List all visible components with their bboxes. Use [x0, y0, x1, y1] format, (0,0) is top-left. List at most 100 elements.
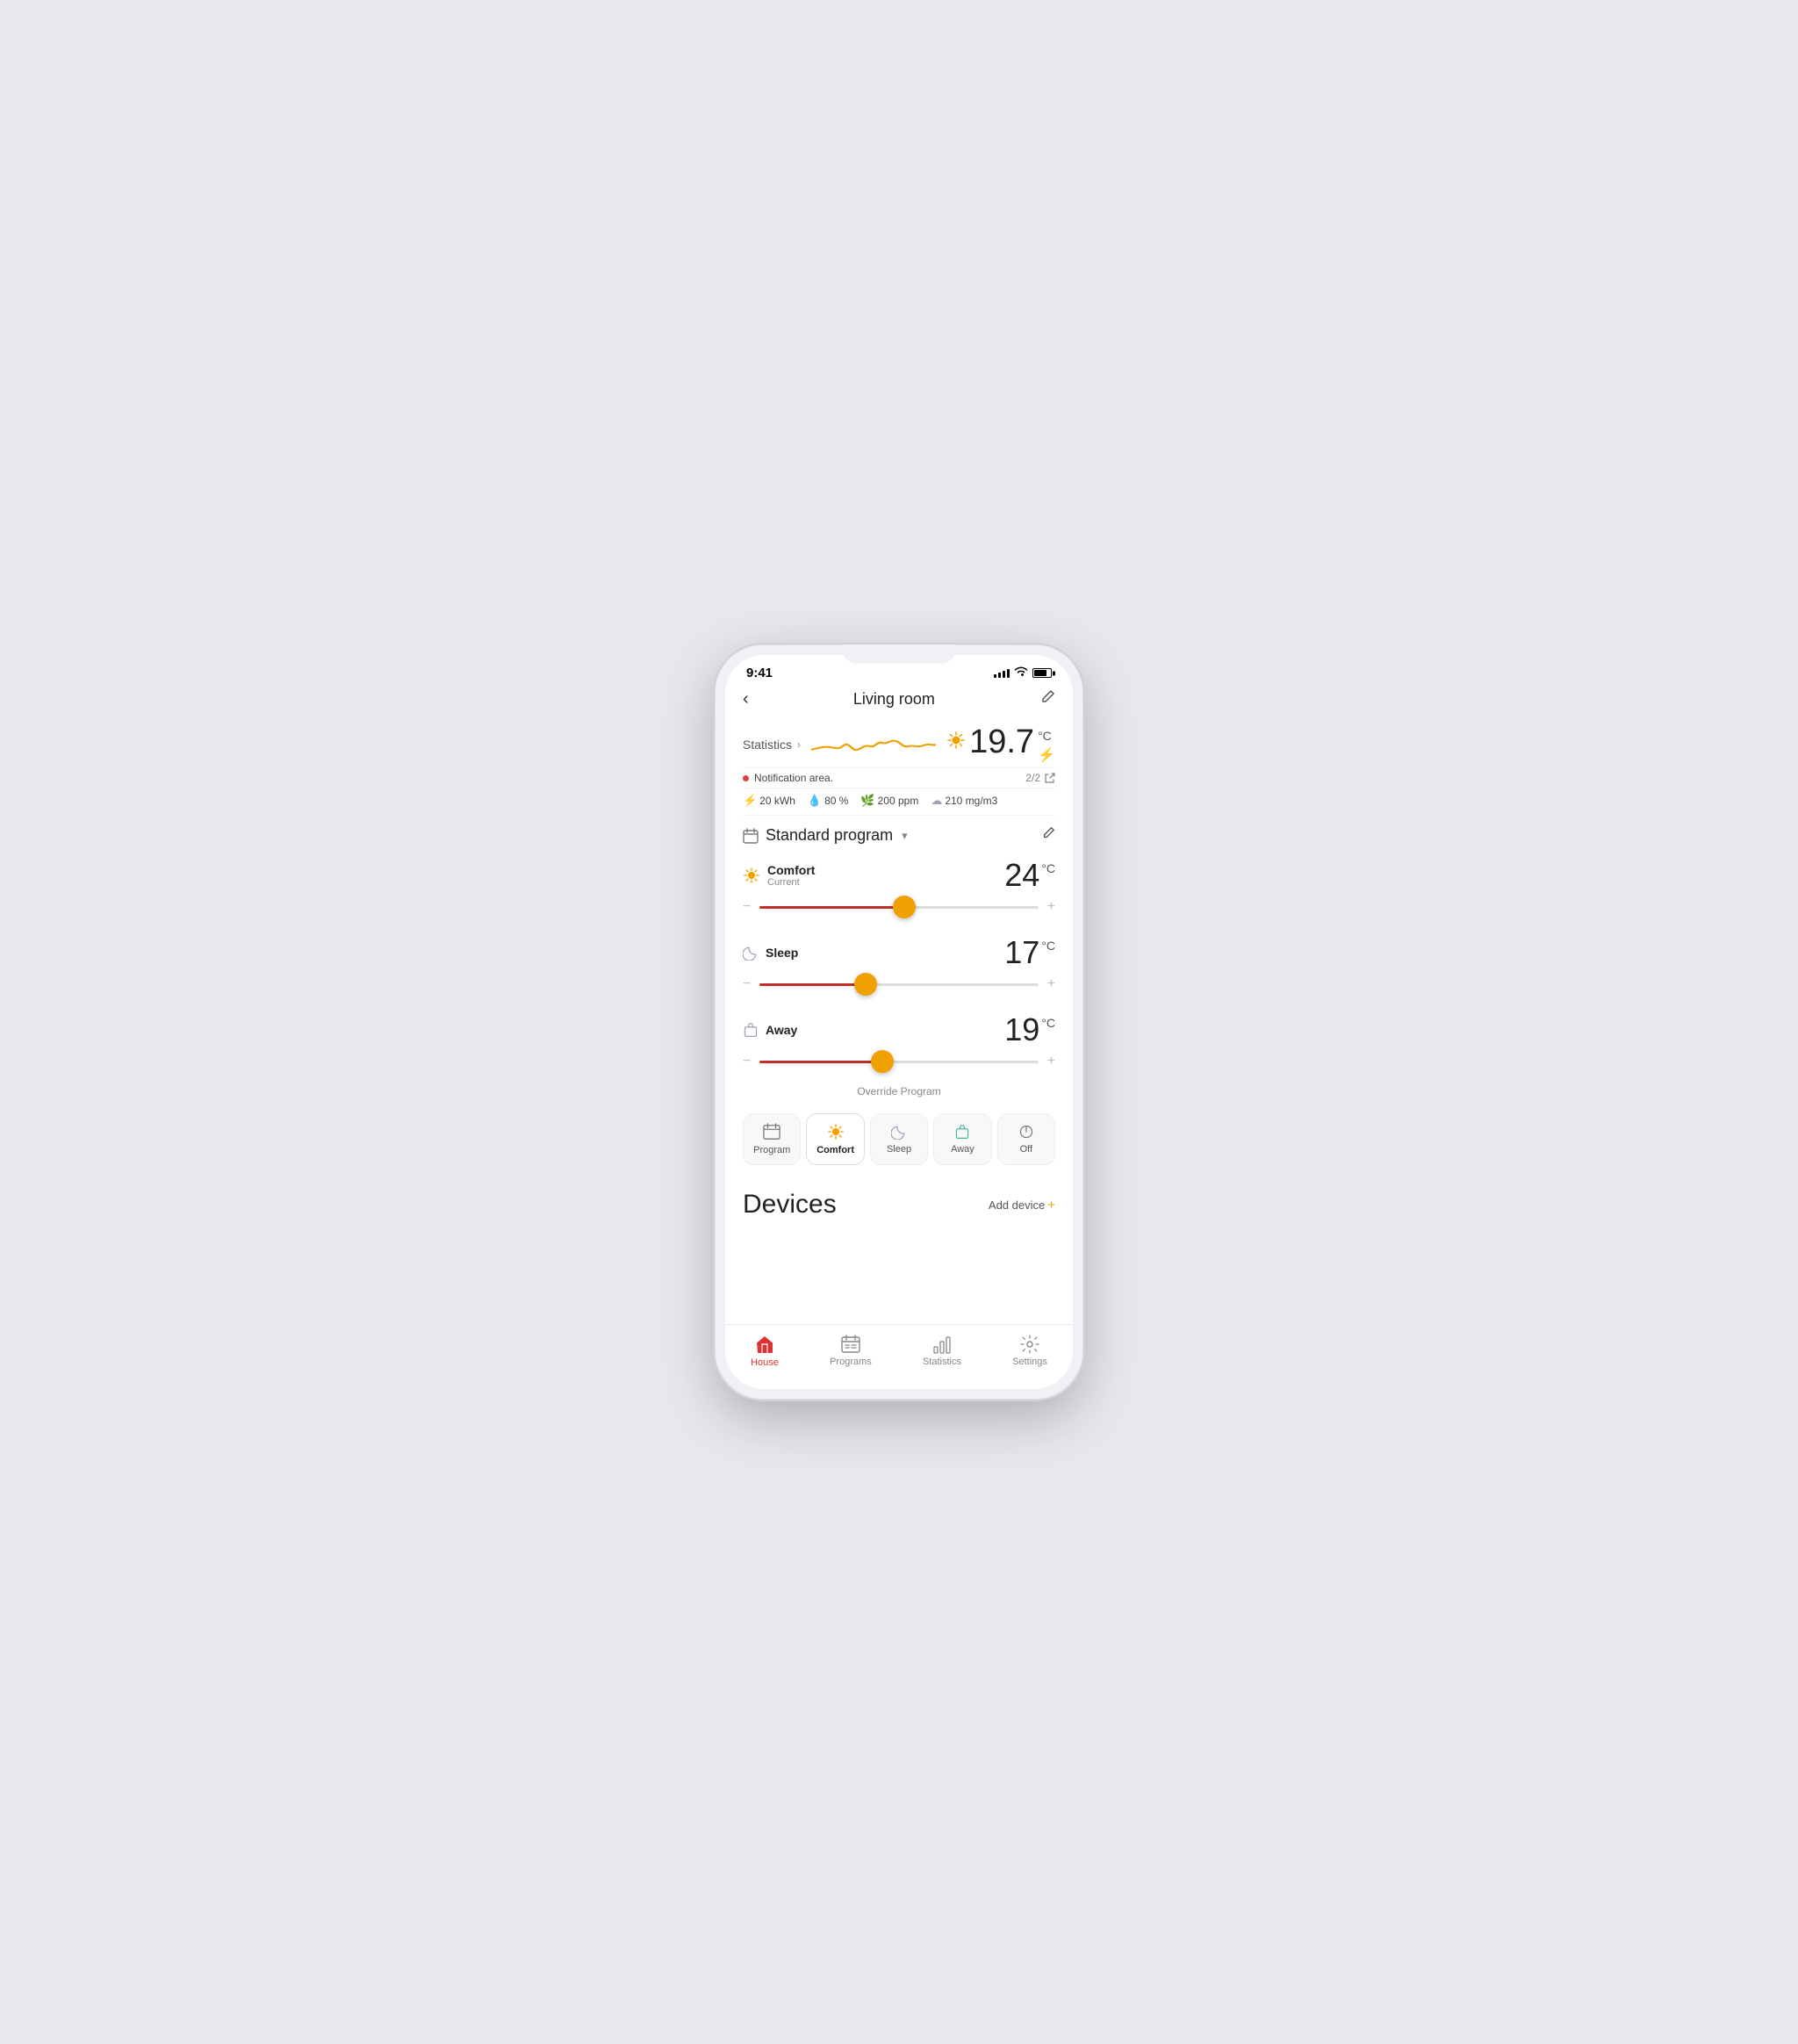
house-nav-label: House [751, 1357, 779, 1368]
sleep-btn-icon [891, 1124, 907, 1140]
power-btn-icon [1018, 1124, 1034, 1140]
current-temp: 19.7 [969, 725, 1034, 759]
mode-buttons-row: Program Comfort [743, 1106, 1055, 1176]
sleep-moon-icon [743, 945, 759, 961]
notification-text: Notification area. [743, 772, 833, 784]
back-button[interactable]: ‹ [743, 689, 749, 709]
drop-icon: 💧 [808, 794, 822, 808]
notification-count[interactable]: 2/2 [1025, 772, 1055, 784]
mode-btn-away[interactable]: Away [933, 1113, 991, 1165]
external-link-icon [1044, 773, 1055, 784]
comfort-mode-left: Comfort Current [743, 863, 815, 888]
settings-nav-icon [1020, 1335, 1039, 1354]
statistics-nav-label: Statistics [923, 1357, 961, 1367]
house-nav-icon [754, 1334, 775, 1355]
temperature-display: 19.7 °C ⚡ [946, 725, 1055, 764]
add-device-plus-icon: + [1047, 1198, 1055, 1213]
sleep-info: Sleep [766, 946, 798, 960]
main-content: Statistics › [725, 718, 1073, 1324]
metric-co2: 🌿 200 ppm [860, 794, 918, 808]
nav-settings[interactable]: Settings [1012, 1335, 1047, 1367]
wifi-icon [1014, 666, 1028, 680]
sleep-temp-unit: °C [1041, 939, 1055, 953]
sleep-plus-button[interactable]: + [1047, 976, 1055, 992]
comfort-btn-icon [827, 1123, 845, 1141]
comfort-temp-display: 24 °C [1004, 857, 1055, 894]
statistics-nav-icon [932, 1335, 952, 1354]
temp-unit: °C [1038, 729, 1052, 743]
comfort-sun-icon [743, 867, 760, 884]
away-slider-track[interactable] [759, 1061, 1038, 1063]
away-btn-icon [954, 1124, 970, 1140]
away-slider-row[interactable]: − + [743, 1050, 1055, 1082]
program-left: Standard program ▾ [743, 826, 908, 845]
metric-energy: ⚡ 20 kWh [743, 794, 795, 808]
away-plus-button[interactable]: + [1047, 1054, 1055, 1069]
sleep-slider-row[interactable]: − + [743, 973, 1055, 1004]
program-btn-label: Program [753, 1145, 790, 1155]
comfort-mode-row: Comfort Current 24 °C [743, 850, 1055, 896]
stats-row[interactable]: Statistics › [743, 718, 1055, 767]
leaf-icon: 🌿 [860, 794, 874, 808]
settings-nav-label: Settings [1012, 1357, 1047, 1367]
metric-humidity: 💧 80 % [808, 794, 849, 808]
metric-air: ☁ 210 mg/m3 [931, 794, 997, 808]
override-label: Override Program [857, 1085, 940, 1098]
comfort-minus-button[interactable]: − [743, 899, 751, 915]
notif-dot-icon [743, 775, 749, 781]
notification-row: Notification area. 2/2 [743, 767, 1055, 788]
sleep-mode-row: Sleep 17 °C [743, 927, 1055, 973]
away-mode-section: Away 19 °C − + [743, 1004, 1055, 1082]
mode-btn-comfort[interactable]: Comfort [806, 1113, 864, 1165]
bolt-metric-icon: ⚡ [743, 794, 757, 808]
programs-nav-label: Programs [830, 1357, 872, 1367]
add-device-button[interactable]: Add device + [989, 1198, 1055, 1213]
sleep-slider-track[interactable] [759, 983, 1038, 986]
sleep-minus-button[interactable]: − [743, 976, 751, 992]
sleep-mode-left: Sleep [743, 945, 798, 961]
away-btn-label: Away [951, 1144, 975, 1155]
comfort-sublabel: Current [767, 877, 815, 888]
programs-nav-icon [841, 1335, 860, 1354]
signal-icon [994, 669, 1010, 678]
phone-screen: 9:41 [725, 655, 1073, 1389]
bottom-nav: House Programs [725, 1324, 1073, 1389]
comfort-plus-button[interactable]: + [1047, 899, 1055, 915]
mode-btn-program[interactable]: Program [743, 1113, 801, 1165]
away-info: Away [766, 1023, 797, 1037]
nav-programs[interactable]: Programs [830, 1335, 872, 1367]
override-row[interactable]: Override Program [743, 1082, 1055, 1106]
nav-house[interactable]: House [751, 1334, 779, 1368]
comfort-temp-unit: °C [1041, 861, 1055, 875]
edit-button[interactable] [1039, 689, 1055, 709]
away-temp-display: 19 °C [1004, 1011, 1055, 1048]
mode-btn-off[interactable]: Off [997, 1113, 1055, 1165]
sleep-btn-label: Sleep [887, 1144, 911, 1155]
program-selector[interactable]: Standard program ▾ [743, 816, 1055, 850]
nav-statistics[interactable]: Statistics [923, 1335, 961, 1367]
program-edit-button[interactable] [1041, 826, 1055, 845]
comfort-slider-track[interactable] [759, 906, 1038, 909]
nav-header: ‹ Living room [725, 684, 1073, 718]
sleep-temp-display: 17 °C [1004, 934, 1055, 971]
metrics-row: ⚡ 20 kWh 💧 80 % 🌿 200 ppm ☁ 210 mg/m3 [743, 788, 1055, 816]
sleep-mode-section: Sleep 17 °C − + [743, 927, 1055, 1004]
battery-icon [1032, 668, 1052, 678]
away-minus-button[interactable]: − [743, 1054, 751, 1069]
cloud-icon: ☁ [931, 794, 942, 808]
comfort-temp-value: 24 [1004, 857, 1039, 894]
stats-link[interactable]: Statistics › [743, 738, 801, 752]
page-title: Living room [853, 690, 935, 709]
program-btn-icon [763, 1123, 780, 1141]
devices-header: Devices Add device + [743, 1176, 1055, 1227]
status-icons [994, 666, 1052, 680]
program-name: Standard program [766, 826, 893, 845]
notch [842, 644, 956, 664]
add-device-label: Add device [989, 1198, 1045, 1212]
sleep-temp-value: 17 [1004, 934, 1039, 971]
comfort-slider-row[interactable]: − + [743, 896, 1055, 927]
comfort-info: Comfort Current [767, 863, 815, 888]
mode-btn-sleep[interactable]: Sleep [870, 1113, 928, 1165]
away-bag-icon [743, 1022, 759, 1038]
away-mode-left: Away [743, 1022, 797, 1038]
